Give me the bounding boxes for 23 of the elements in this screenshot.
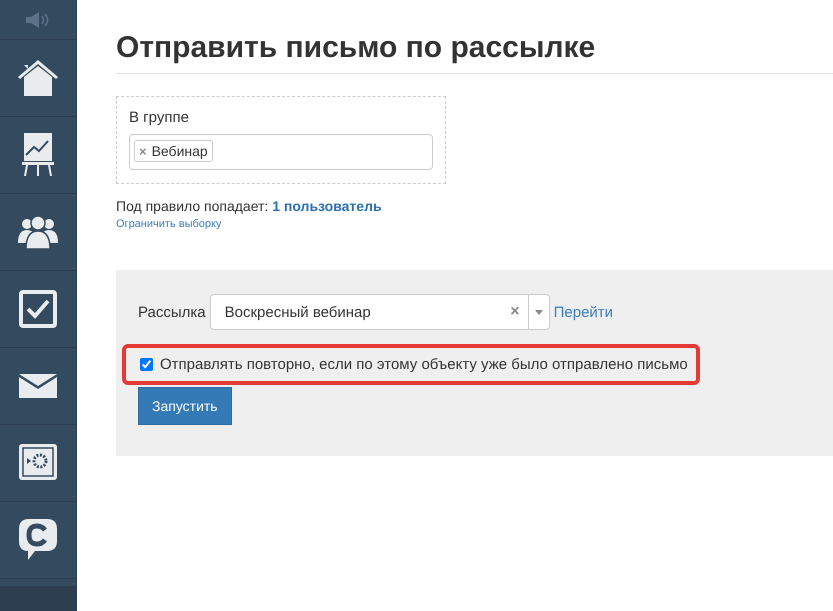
go-link[interactable]: Перейти <box>554 304 614 320</box>
users-count-link[interactable]: 1 пользователь <box>272 198 382 214</box>
start-button[interactable]: Запустить <box>138 387 232 425</box>
clear-button[interactable]: × <box>502 303 528 321</box>
tag-label: Вебинар <box>152 143 208 159</box>
checkbox-icon[interactable] <box>19 290 57 328</box>
mailing-select[interactable]: Воскресный вебинар × <box>210 294 550 330</box>
users-icon[interactable] <box>18 215 58 249</box>
limit-selection-link[interactable]: Ограничить выборку <box>116 218 833 230</box>
mail-icon[interactable] <box>19 374 57 398</box>
group-label: В группе <box>129 109 190 126</box>
chart-board-icon[interactable] <box>22 133 54 177</box>
resend-label: Отправлять повторно, если по этому объекту уже было отправлено письмо <box>160 356 688 373</box>
remove-tag-button[interactable]: × <box>139 144 147 158</box>
rule-summary: Под правило попадает: 1 пользователь <box>116 198 383 214</box>
resend-checkbox[interactable] <box>140 358 153 371</box>
tag-field[interactable]: × Вебинар <box>129 134 433 170</box>
caret-icon[interactable] <box>534 310 543 314</box>
mailing-label: Рассылка <box>138 304 206 320</box>
safe-icon[interactable] <box>19 444 57 482</box>
page-title: Отправить письмо по рассылке <box>116 0 833 74</box>
home-icon[interactable] <box>18 59 58 97</box>
chat-c-icon[interactable] <box>19 519 57 561</box>
